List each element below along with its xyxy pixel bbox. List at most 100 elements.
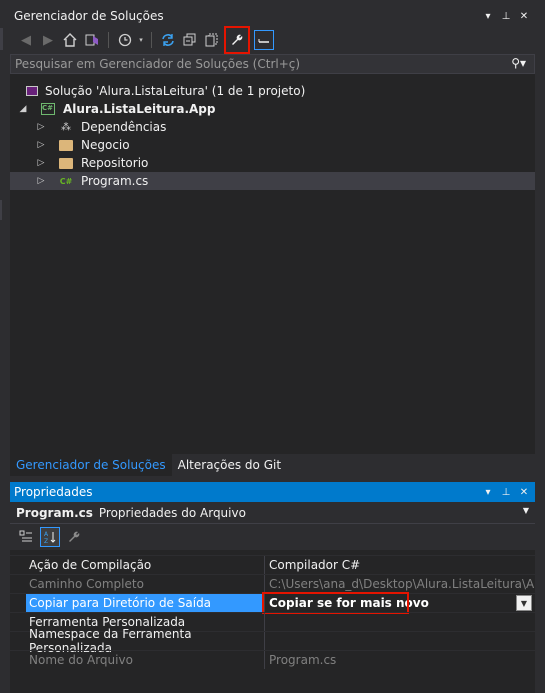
tree-item-solution[interactable]: Solução 'Alura.ListaLeitura' (1 de 1 pro… xyxy=(10,82,535,100)
show-all-files-icon[interactable] xyxy=(202,30,222,50)
column-splitter[interactable] xyxy=(264,613,265,631)
properties-wrench-icon[interactable] xyxy=(224,26,250,54)
tree-item-label: Solução 'Alura.ListaLeitura' (1 de 1 pro… xyxy=(45,84,306,98)
close-icon[interactable]: ✕ xyxy=(519,11,529,22)
editor-left-edge xyxy=(0,0,10,693)
tree-item-label: Negocio xyxy=(81,138,130,152)
properties-title: Propriedades xyxy=(14,485,93,499)
csharp-project-icon: C# xyxy=(40,102,56,116)
folder-icon xyxy=(58,138,74,152)
highlight-box xyxy=(262,592,409,614)
forward-icon[interactable]: ▶ xyxy=(38,30,58,50)
chevron-down-icon[interactable]: ▼ xyxy=(516,595,532,611)
property-value[interactable]: Compilador C# xyxy=(266,556,535,574)
property-pages-wrench-icon[interactable] xyxy=(64,527,84,547)
tree-item-program-cs[interactable]: ▷ C# Program.cs xyxy=(10,172,535,190)
svg-text:Z: Z xyxy=(44,538,48,544)
object-type: Propriedades do Arquivo xyxy=(98,505,246,520)
sync-icon[interactable] xyxy=(158,30,178,50)
solution-icon xyxy=(24,84,40,98)
column-splitter[interactable] xyxy=(264,556,265,574)
collapsed-arrow-icon[interactable]: ▷ xyxy=(36,158,46,168)
properties-panel: Propriedades ▾ ⊥ ✕ Program.cs Propriedad… xyxy=(10,482,535,693)
edge-mark xyxy=(0,200,2,220)
collapsed-arrow-icon[interactable]: ▷ xyxy=(36,122,46,132)
history-icon[interactable] xyxy=(115,30,135,50)
property-row[interactable]: Caminho Completo C:\Users\ana_d\Desktop\… xyxy=(10,574,535,593)
chevron-down-icon[interactable]: ▼ xyxy=(523,506,529,515)
window-position-dropdown-icon[interactable]: ▾ xyxy=(483,487,493,498)
property-value[interactable]: C:\Users\ana_d\Desktop\Alura.ListaLeitur… xyxy=(266,575,535,593)
tree-item-negocio[interactable]: ▷ Negocio xyxy=(10,136,535,154)
column-splitter[interactable] xyxy=(264,651,265,669)
property-name: Nome do Arquivo xyxy=(29,653,133,667)
collapsed-arrow-icon[interactable]: ▷ xyxy=(36,140,46,150)
tree-item-repositorio[interactable]: ▷ Repositorio xyxy=(10,154,535,172)
tree-item-label: Alura.ListaLeitura.App xyxy=(63,102,216,116)
vs-switch-views-icon[interactable] xyxy=(82,30,102,50)
object-selector[interactable]: Program.cs Propriedades do Arquivo ▼ xyxy=(10,502,535,524)
home-icon[interactable] xyxy=(60,30,80,50)
collapsed-arrow-icon[interactable]: ▷ xyxy=(36,176,46,186)
solution-explorer-search-input[interactable]: Pesquisar em Gerenciador de Soluções (Ct… xyxy=(10,54,535,74)
tree-item-label: Dependências xyxy=(81,120,167,134)
row-gutter xyxy=(10,632,26,650)
title-controls: ▾ ⊥ ✕ xyxy=(483,6,529,26)
edge-mark xyxy=(0,28,3,50)
solution-tree: Solução 'Alura.ListaLeitura' (1 de 1 pro… xyxy=(10,82,535,190)
property-name: Caminho Completo xyxy=(29,577,144,591)
window-position-dropdown-icon[interactable]: ▾ xyxy=(483,11,493,22)
property-row-selected[interactable]: Copiar para Diretório de Saída Copiar se… xyxy=(10,592,535,614)
svg-text:A: A xyxy=(44,531,49,538)
row-gutter xyxy=(10,594,26,612)
alphabetical-icon[interactable]: AZ xyxy=(40,527,60,547)
property-value[interactable] xyxy=(266,632,535,650)
auto-hide-pin-icon[interactable]: ⊥ xyxy=(501,11,511,22)
property-name: Copiar para Diretório de Saída xyxy=(26,594,264,612)
search-icon[interactable]: ⚲▾ xyxy=(511,56,526,70)
properties-toolbar: AZ xyxy=(10,524,535,550)
title-controls: ▾ ⊥ ✕ xyxy=(483,482,529,502)
toolbar-separator xyxy=(108,32,109,48)
property-row[interactable]: Ação de Compilação Compilador C# xyxy=(10,555,535,574)
property-name: Namespace da Ferramenta Personalizada xyxy=(29,627,192,655)
back-icon[interactable]: ◀ xyxy=(16,30,36,50)
folder-icon xyxy=(58,156,74,170)
property-name: Ação de Compilação xyxy=(29,558,152,572)
row-gutter xyxy=(10,651,26,669)
expanded-arrow-icon[interactable]: ◢ xyxy=(18,104,28,114)
preview-icon[interactable] xyxy=(254,30,274,50)
solution-explorer-title-bar: Gerenciador de Soluções ▾ ⊥ ✕ xyxy=(10,6,535,26)
tab-solution-explorer[interactable]: Gerenciador de Soluções xyxy=(10,454,172,476)
property-row[interactable]: Namespace da Ferramenta Personalizada xyxy=(10,627,535,655)
dependencies-icon: ⁂ xyxy=(61,121,71,133)
toolbar-separator xyxy=(151,32,152,48)
solution-explorer-tabs: Gerenciador de Soluções Alterações do Gi… xyxy=(10,454,535,476)
tree-item-dependencies[interactable]: ▷ ⁂ Dependências xyxy=(10,118,535,136)
history-dropdown-icon[interactable]: ▾ xyxy=(137,30,145,50)
solution-explorer-title: Gerenciador de Soluções xyxy=(14,9,164,23)
column-splitter[interactable] xyxy=(264,632,265,650)
close-icon[interactable]: ✕ xyxy=(519,487,529,498)
search-placeholder: Pesquisar em Gerenciador de Soluções (Ct… xyxy=(15,57,301,71)
row-gutter xyxy=(10,575,26,593)
property-row[interactable]: Nome do Arquivo Program.cs xyxy=(10,650,535,669)
row-gutter xyxy=(10,613,26,631)
csharp-file-icon: C# xyxy=(59,176,73,186)
property-value[interactable]: Program.cs xyxy=(266,651,535,669)
solution-explorer-toolbar: ◀ ▶ ▾ xyxy=(10,26,535,54)
column-splitter[interactable] xyxy=(264,575,265,593)
tab-git-changes[interactable]: Alterações do Git xyxy=(172,454,287,476)
property-value[interactable] xyxy=(266,613,535,631)
collapse-all-icon[interactable] xyxy=(180,30,200,50)
tree-item-project[interactable]: ◢ C# Alura.ListaLeitura.App xyxy=(10,100,535,118)
properties-title-bar: Propriedades ▾ ⊥ ✕ xyxy=(10,482,535,502)
row-gutter xyxy=(10,556,26,574)
solution-explorer-panel: Gerenciador de Soluções ▾ ⊥ ✕ ◀ ▶ ▾ Pesq… xyxy=(10,6,535,476)
property-grid: Ação de Compilação Compilador C# Caminho… xyxy=(10,555,535,669)
auto-hide-pin-icon[interactable]: ⊥ xyxy=(501,487,511,498)
categorized-icon[interactable] xyxy=(16,527,36,547)
tree-item-label: Program.cs xyxy=(81,174,149,188)
tree-item-label: Repositorio xyxy=(81,156,149,170)
object-name: Program.cs xyxy=(16,505,93,520)
